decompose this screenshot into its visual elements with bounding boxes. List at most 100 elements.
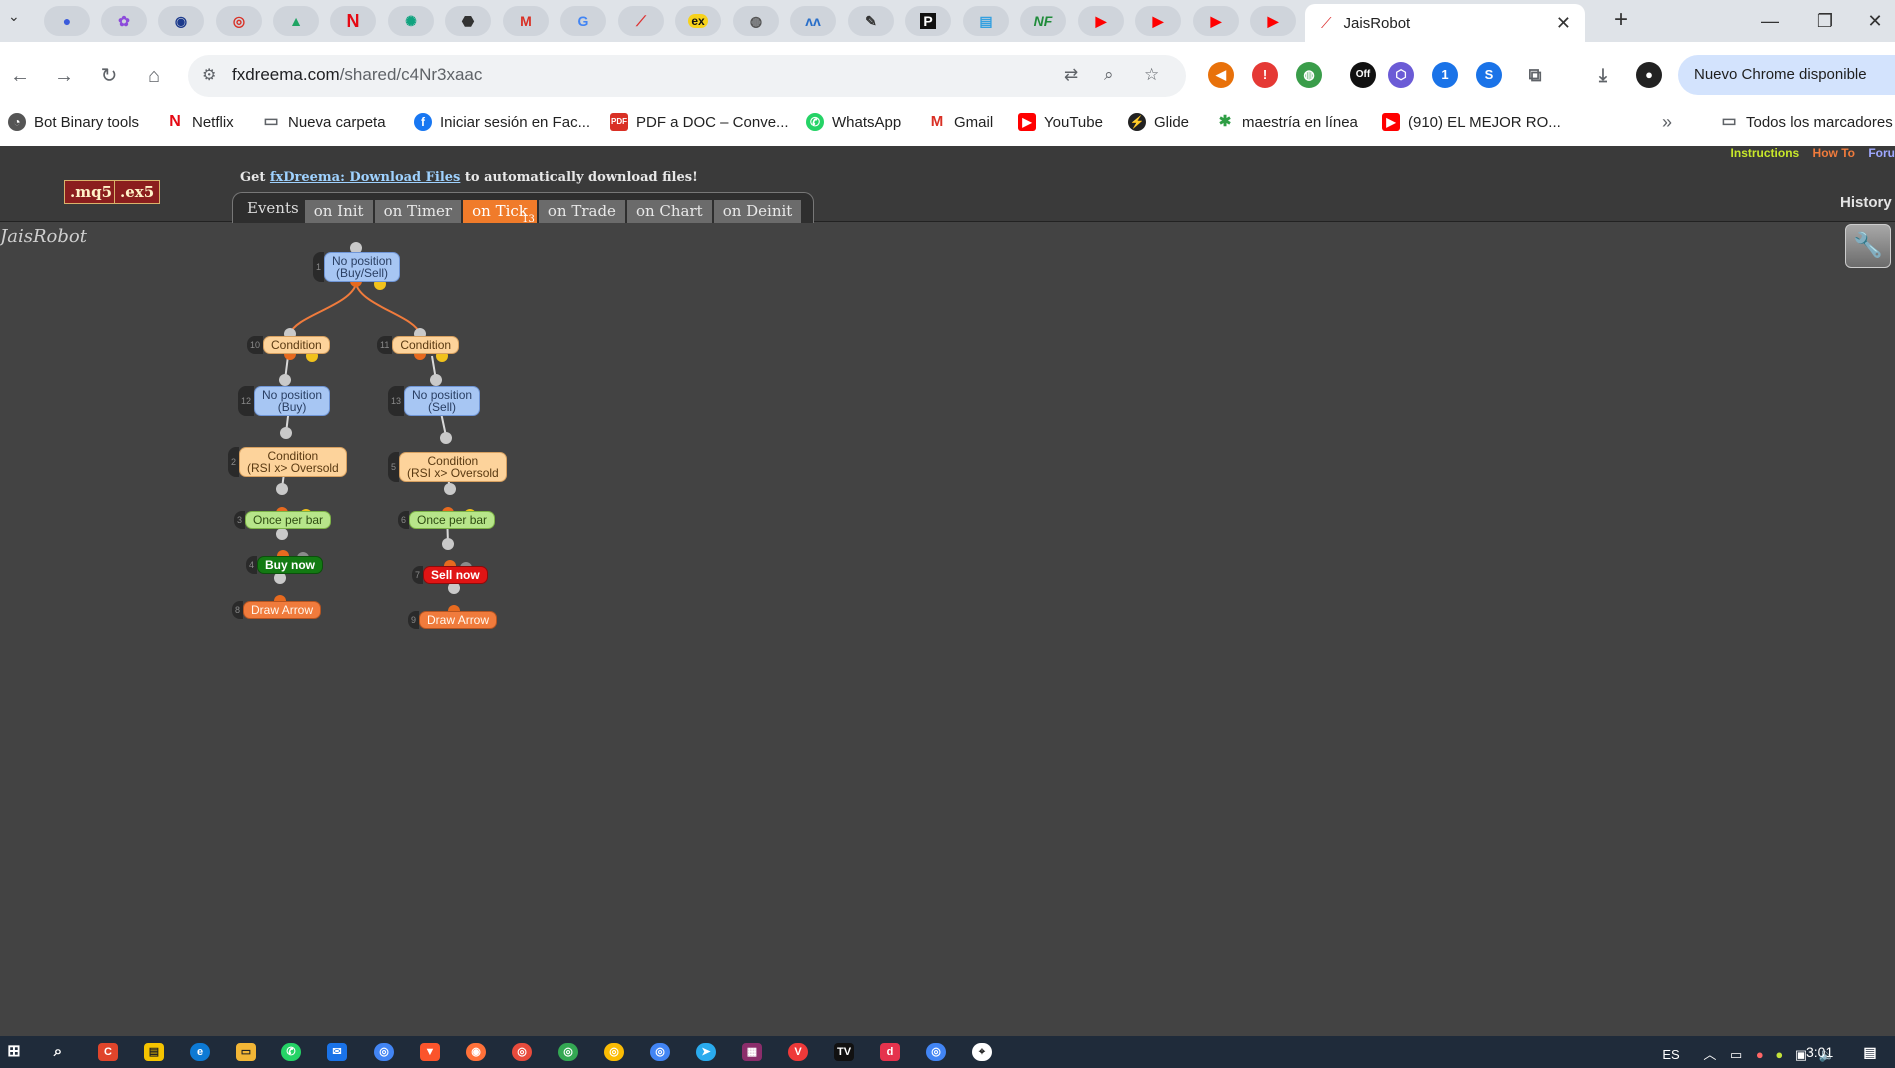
app-d-icon[interactable]: d	[880, 1043, 900, 1061]
bookmark-nueva-carpeta[interactable]: ▭ Nueva carpeta	[262, 111, 385, 133]
pinned-tab-ex[interactable]: ex	[675, 6, 721, 36]
pinned-tab-netflix[interactable]: N	[330, 6, 376, 36]
pinned-tab-chrome-red[interactable]: ◎	[216, 6, 262, 36]
block-4-buy-now[interactable]: 4 Buy now	[246, 556, 324, 574]
active-tab[interactable]: ⟋ JaisRobot ✕	[1305, 4, 1585, 42]
pinned-tab-youtube-3[interactable]: ▶	[1193, 6, 1239, 36]
pinned-tab-youtube-4[interactable]: ▶	[1250, 6, 1296, 36]
zoom-icon[interactable]: ⌕	[1104, 65, 1114, 85]
address-bar[interactable]: ⚙ fxdreema.com/shared/c4Nr3xaac ⇄ ⌕ ☆	[188, 55, 1186, 97]
block-12-no-position-buy[interactable]: 12 No position (Buy)	[238, 386, 331, 416]
bookmark-whatsapp[interactable]: ✆ WhatsApp	[806, 111, 901, 133]
search-icon[interactable]: ⌕	[48, 1043, 68, 1061]
back-button[interactable]: ←	[4, 60, 36, 92]
pinned-tab-nf[interactable]: NF	[1020, 6, 1066, 36]
bookmark-el-mejor[interactable]: ▶ (910) EL MEJOR RO...	[1382, 111, 1561, 133]
bookmark-youtube[interactable]: ▶ YouTube	[1018, 111, 1103, 133]
block-1-no-position-buy-sell[interactable]: 1 No position (Buy/Sell)	[313, 252, 401, 282]
telegram-icon[interactable]: ➤	[696, 1043, 716, 1061]
block-8-draw-arrow[interactable]: 8 Draw Arrow	[232, 601, 322, 619]
megaphone-ext-icon[interactable]: ◀	[1208, 62, 1234, 88]
whatsapp-icon[interactable]: ✆	[281, 1043, 301, 1061]
tab-search-chevron-icon[interactable]: ⌄	[8, 8, 20, 25]
tray-app-icon[interactable]: ●	[1756, 1047, 1764, 1062]
extensions-puzzle-icon[interactable]: ⧉	[1522, 62, 1548, 88]
one-ext-icon[interactable]: 1	[1432, 62, 1458, 88]
winrar-icon[interactable]: ▦	[742, 1043, 762, 1061]
firefox-icon[interactable]: ◉	[466, 1043, 486, 1061]
block-6-once-per-bar[interactable]: 6 Once per bar	[398, 511, 496, 529]
pinned-tab-p-logo[interactable]: P	[905, 6, 951, 36]
chrome-profile-3-icon[interactable]: ◎	[604, 1043, 624, 1061]
brave-icon[interactable]: ▼	[420, 1043, 440, 1061]
download-icon[interactable]: ⤓	[1590, 62, 1616, 88]
home-button[interactable]: ⌂	[138, 60, 170, 92]
maps-pin-icon[interactable]: ⌖	[972, 1043, 992, 1061]
bookmark-bot-binary[interactable]: ◔ Bot Binary tools	[8, 111, 139, 133]
vivaldi-icon[interactable]: V	[788, 1043, 808, 1061]
close-window-button[interactable]: ✕	[1855, 8, 1895, 34]
block-3-once-per-bar[interactable]: 3 Once per bar	[234, 511, 332, 529]
pinned-tab-user-circle[interactable]: ●	[44, 6, 90, 36]
shazam-ext-icon[interactable]: S	[1476, 62, 1502, 88]
pinned-tab-globe[interactable]: ◍	[733, 6, 779, 36]
reload-button[interactable]: ↻	[93, 60, 125, 92]
shield-ext-icon[interactable]: ⬡	[1388, 62, 1414, 88]
tray-chevron-icon[interactable]: ︿	[1703, 1047, 1716, 1062]
pinned-tab-jais[interactable]: ⟋	[618, 6, 664, 36]
chrome-profile-5-icon[interactable]: ◎	[926, 1043, 946, 1061]
block-7-sell-now[interactable]: 7 Sell now	[412, 566, 488, 584]
pinned-tab-chatgpt[interactable]: ✺	[388, 6, 434, 36]
pinned-tab-youtube-1[interactable]: ▶	[1078, 6, 1124, 36]
pinned-tab-youtube-2[interactable]: ▶	[1135, 6, 1181, 36]
site-info-icon[interactable]: ⚙	[202, 65, 216, 85]
new-tab-button[interactable]: +	[1606, 8, 1636, 34]
pinned-tab-waveform[interactable]: ʌʌ	[790, 6, 836, 36]
bookmark-maestria[interactable]: ✱ maestría en línea	[1216, 111, 1358, 133]
pinned-tab-eye[interactable]: ◉	[158, 6, 204, 36]
profile-avatar[interactable]: ●	[1636, 62, 1662, 88]
battery-icon[interactable]: ▭	[1730, 1047, 1742, 1062]
block-2-condition-rsi[interactable]: 2 Condition (RSI x> Oversold	[228, 447, 347, 477]
chrome-icon[interactable]: ◎	[374, 1043, 394, 1061]
language-indicator[interactable]: ES	[1662, 1047, 1679, 1062]
block-5-condition-rsi[interactable]: 5 Condition (RSI x> Oversold	[388, 452, 507, 482]
pinned-tab-brush[interactable]: ✎	[848, 6, 894, 36]
alert-ext-icon[interactable]: !	[1252, 62, 1278, 88]
tradingview-icon[interactable]: TV	[834, 1043, 854, 1061]
block-13-no-position-sell[interactable]: 13 No position (Sell)	[388, 386, 481, 416]
url-text[interactable]: fxdreema.com/shared/c4Nr3xaac	[232, 65, 482, 85]
file-explorer-icon[interactable]: ▭	[236, 1043, 256, 1061]
block-11-condition[interactable]: 11 Condition	[377, 336, 460, 354]
tray-app-2-icon[interactable]: ●	[1775, 1047, 1783, 1062]
forward-button[interactable]: →	[48, 60, 80, 92]
taskbar-app-c-icon[interactable]: C	[98, 1043, 118, 1061]
pinned-tab-google[interactable]: G	[560, 6, 606, 36]
bookmarks-overflow-icon[interactable]: »	[1662, 111, 1672, 133]
bookmark-all[interactable]: ▭ Todos los marcadores	[1720, 111, 1892, 133]
pinned-tab-settings[interactable]: ⬣	[445, 6, 491, 36]
chrome-profile-2-icon[interactable]: ◎	[558, 1043, 578, 1061]
mail-icon[interactable]: ✉	[327, 1043, 347, 1061]
bookmark-facebook[interactable]: f Iniciar sesión en Fac...	[414, 111, 590, 133]
bookmark-netflix[interactable]: N Netflix	[166, 111, 233, 133]
minimize-button[interactable]: —	[1750, 8, 1790, 34]
bookmark-pdf-doc[interactable]: PDF PDF a DOC – Conve...	[610, 111, 789, 133]
block-10-condition[interactable]: 10 Condition	[247, 336, 330, 354]
chrome-profile-1-icon[interactable]: ◎	[512, 1043, 532, 1061]
bookmark-star-icon[interactable]: ☆	[1144, 65, 1159, 85]
notifications-icon[interactable]: ▤	[1860, 1043, 1880, 1061]
close-tab-icon[interactable]: ✕	[1556, 13, 1571, 34]
clock[interactable]: 3:01	[1806, 1044, 1833, 1060]
pinned-tab-doc[interactable]: ▤	[963, 6, 1009, 36]
off-ext-icon[interactable]: Off	[1350, 62, 1376, 88]
translate-icon[interactable]: ⇄	[1064, 65, 1078, 85]
pinned-tab-gmail[interactable]: M	[503, 6, 549, 36]
pinned-tab-pink[interactable]: ✿	[101, 6, 147, 36]
chrome-profile-4-icon[interactable]: ◎	[650, 1043, 670, 1061]
start-windows-icon[interactable]: ⊞	[4, 1043, 24, 1061]
chrome-update-chip[interactable]: Nuevo Chrome disponible	[1678, 55, 1895, 95]
edge-icon[interactable]: e	[190, 1043, 210, 1061]
globe-ext-icon[interactable]: ◍	[1296, 62, 1322, 88]
restore-button[interactable]: ❐	[1805, 8, 1845, 34]
